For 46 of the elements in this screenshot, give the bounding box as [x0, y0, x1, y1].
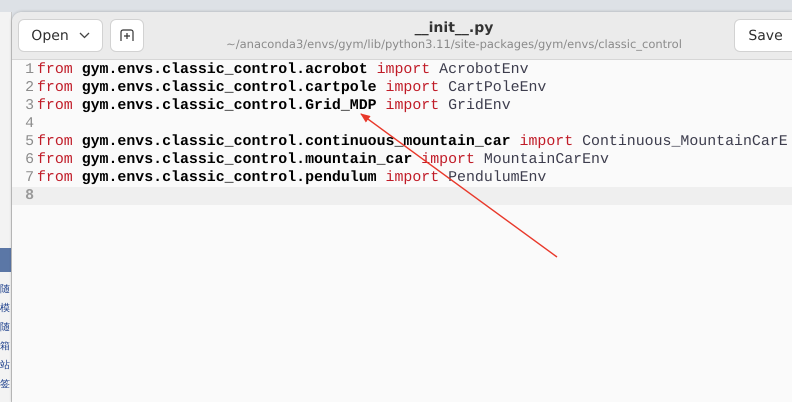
keyword: import — [386, 97, 440, 115]
keyword: import — [520, 133, 574, 151]
line-number: 8 — [24, 187, 35, 205]
keyword: from — [37, 97, 73, 115]
module-path: gym.envs.classic_control.pendulum — [82, 169, 377, 187]
save-button[interactable]: Save — [734, 19, 792, 52]
new-tab-icon — [120, 29, 134, 42]
class-name: PendulumEnv — [448, 169, 546, 187]
line-number: 5 — [24, 133, 35, 151]
line-number: 2 — [24, 79, 35, 97]
window-title: __init__.py — [414, 20, 494, 36]
keyword: import — [386, 169, 440, 187]
module-path: gym.envs.classic_control.cartpole — [82, 79, 377, 97]
module-path: gym.envs.classic_control.acrobot — [82, 61, 368, 79]
file-path: ~/anaconda3/envs/gym/lib/python3.11/site-packages/gym/envs/classic_control — [226, 37, 682, 51]
chevron-down-icon — [78, 32, 90, 39]
line-number: 7 — [24, 169, 35, 187]
class-name: CartPoleEnv — [448, 79, 546, 97]
line-number: 1 — [24, 61, 35, 79]
keyword: from — [37, 133, 73, 151]
line-number: 4 — [24, 115, 35, 133]
keyword: import — [376, 61, 430, 79]
link-text[interactable]: 模 — [0, 302, 10, 316]
link-text[interactable]: 签 — [0, 378, 10, 392]
new-tab-button[interactable] — [110, 19, 144, 52]
code-editor[interactable] — [12, 60, 792, 205]
line-number: 6 — [24, 151, 35, 169]
class-name: Continuous_MountainCarE — [582, 133, 788, 151]
keyword: from — [37, 169, 73, 187]
class-name: GridEnv — [448, 97, 511, 115]
link-text[interactable]: 站 — [0, 359, 10, 373]
keyword: import — [421, 151, 475, 169]
title-bar — [0, 248, 11, 272]
link-text[interactable]: 随 — [0, 283, 10, 297]
line-number: 3 — [24, 97, 35, 115]
open-button[interactable]: Open — [18, 19, 103, 52]
link-text[interactable]: 随 — [0, 321, 10, 335]
keyword: from — [37, 151, 73, 169]
keyword: from — [37, 61, 73, 79]
module-path: gym.envs.classic_control.mountain_car — [82, 151, 412, 169]
keyword: import — [386, 79, 440, 97]
keyword: from — [37, 79, 73, 97]
link-text[interactable]: 箱 — [0, 340, 10, 354]
module-path: gym.envs.classic_control.Grid_MDP — [82, 97, 377, 115]
class-name: MountainCarEnv — [484, 151, 609, 169]
class-name: AcrobotEnv — [439, 61, 528, 79]
